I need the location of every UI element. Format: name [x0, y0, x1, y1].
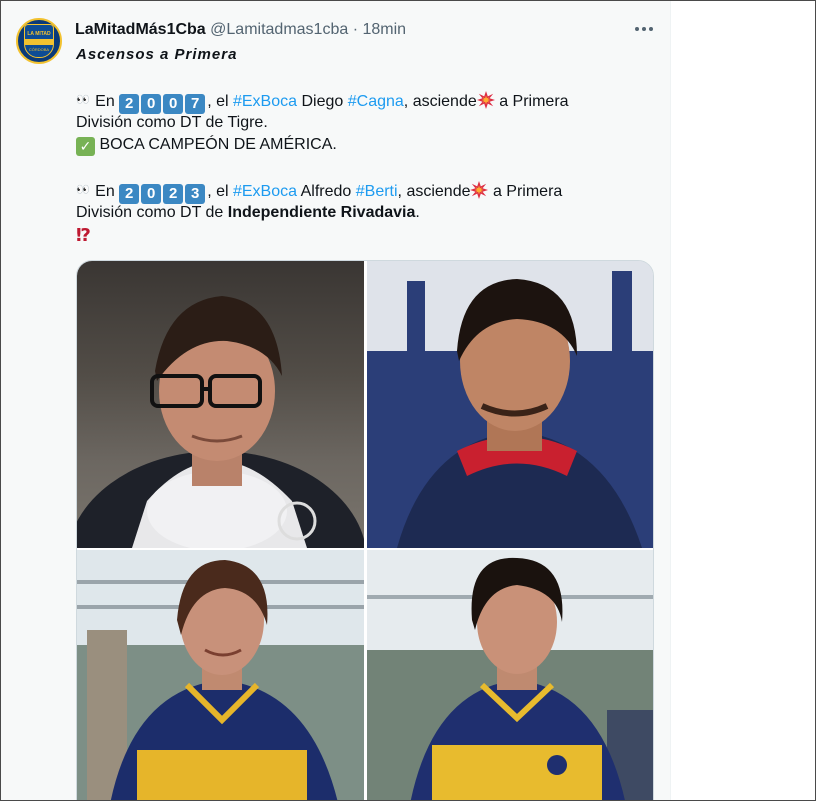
- text-fragment: a Primera: [499, 93, 569, 110]
- avatar-shield-icon: LA MITAD CÓRDOBA: [24, 24, 54, 58]
- text-fragment: , asciende: [397, 183, 471, 200]
- check-mark-icon: ✓: [76, 137, 95, 156]
- interrobang-emoji-icon: ⁉: [76, 225, 91, 245]
- text-line-1: 👀 En 2007, el #ExBoca Diego #Cagna, asci…: [76, 89, 656, 114]
- text-fragment: BOCA CAMPEÓN DE AMÉRICA.: [99, 136, 337, 153]
- text-fragment: En: [95, 93, 115, 110]
- bold-text: Independiente Rivadavia: [227, 203, 416, 221]
- hashtag-link[interactable]: #ExBoca: [233, 93, 297, 110]
- photo-coach-jacket[interactable]: [367, 261, 653, 548]
- tweet-subtitle: Ascensos a Primera: [76, 46, 238, 63]
- text-line-2: División como DT de Tigre.: [76, 113, 268, 131]
- text-fragment: a Primera: [492, 183, 563, 200]
- more-horizontal-icon: [635, 27, 639, 31]
- photo-player-right[interactable]: [367, 550, 653, 801]
- photo-coach-glasses[interactable]: [77, 261, 364, 548]
- photo-player-left[interactable]: [77, 550, 364, 801]
- more-horizontal-icon-dot: [642, 27, 646, 31]
- tweet-card[interactable]: LA MITAD CÓRDOBA LaMitadMás1Cba @Lamitad…: [1, 1, 670, 801]
- collision-emoji-icon: [476, 91, 495, 109]
- text-fragment: En: [95, 183, 115, 200]
- hashtag-link[interactable]: #Cagna: [348, 93, 404, 110]
- tweet-header: LaMitadMás1Cba @Lamitadmas1cba · 18min: [75, 20, 406, 40]
- avatar-bottom-text: CÓRDOBA: [28, 46, 50, 52]
- hashtag-link[interactable]: #Berti: [356, 183, 398, 200]
- text-fragment: Alfredo: [300, 183, 352, 200]
- text-fragment: , el: [207, 93, 229, 110]
- user-handle[interactable]: @Lamitadmas1cba: [210, 21, 348, 38]
- collision-emoji-icon: [470, 181, 489, 199]
- photo-coach-glasses-illustration: [77, 296, 364, 548]
- more-horizontal-icon-dot: [649, 27, 653, 31]
- eyes-emoji-icon: 👀: [76, 184, 91, 196]
- text-fragment: , asciende: [403, 93, 477, 110]
- timestamp[interactable]: 18min: [362, 21, 406, 38]
- separator-dot: ·: [352, 21, 359, 38]
- text-line-4: 👀 En 2023, el #ExBoca Alfredo #Berti, as…: [76, 179, 656, 204]
- photo-coach-jacket-illustration: [367, 261, 653, 548]
- tweet-text: 👀 En 2007, el #ExBoca Diego #Cagna, asci…: [76, 89, 656, 247]
- right-pane: [670, 1, 816, 801]
- hashtag-link[interactable]: #ExBoca: [233, 183, 297, 200]
- avatar-stripe: [25, 38, 53, 45]
- more-options-button[interactable]: [629, 15, 659, 43]
- text-line-5: División como DT de Independiente Rivada…: [76, 202, 656, 225]
- photo-player-right-illustration: [367, 550, 653, 801]
- text-line-3: ✓ BOCA CAMPEÓN DE AMÉRICA.: [76, 134, 656, 157]
- avatar[interactable]: LA MITAD CÓRDOBA: [16, 18, 62, 64]
- text-fragment: .: [415, 203, 420, 221]
- media-grid[interactable]: [76, 260, 654, 801]
- display-name[interactable]: LaMitadMás1Cba: [75, 21, 206, 38]
- text-fragment: , el: [207, 183, 229, 200]
- avatar-top-text: LA MITAD: [27, 30, 51, 37]
- text-fragment: División como DT de: [76, 203, 224, 221]
- photo-player-left-illustration: [77, 550, 364, 801]
- eyes-emoji-icon: 👀: [76, 94, 91, 106]
- text-line-6: ⁉: [76, 224, 656, 247]
- text-fragment: Diego: [301, 93, 344, 110]
